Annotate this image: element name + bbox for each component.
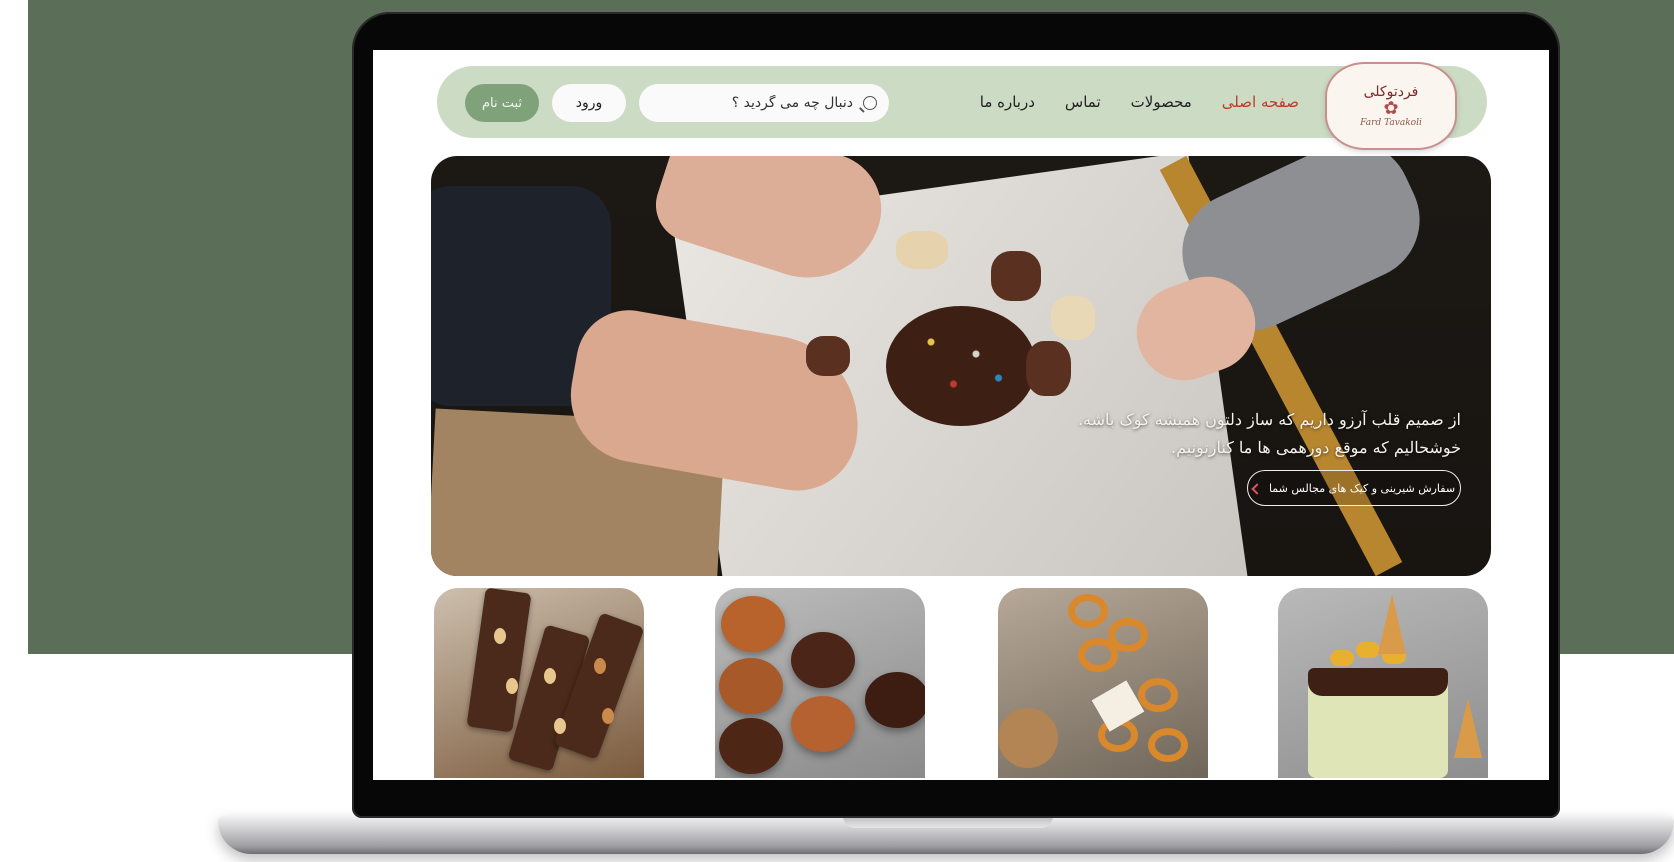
cashew <box>506 678 518 694</box>
hero-crumb <box>896 231 948 269</box>
cashew <box>554 718 566 734</box>
cashew <box>494 628 506 644</box>
laptop-base <box>218 816 1674 854</box>
logo-subtitle: Fard Tavakoli <box>1360 118 1422 128</box>
cheese-slice <box>1091 680 1145 732</box>
hero-line-2: خوشحالیم که موقع دورهمی ها ما کنارتونیم. <box>1171 438 1461 457</box>
hero-text: از صمیم قلب آرزو داریم که ساز دلتون همیش… <box>1001 406 1461 462</box>
waffle-cone <box>1378 594 1406 654</box>
hero-banner: از صمیم قلب آرزو داریم که ساز دلتون همیش… <box>431 156 1491 576</box>
hero-crumb <box>1051 296 1095 340</box>
search-icon <box>863 96 877 110</box>
pretzel <box>1148 728 1188 762</box>
almond <box>602 708 614 724</box>
login-button[interactable]: ورود <box>552 84 626 122</box>
choco-pie <box>791 632 855 688</box>
hero-order-button[interactable]: سفارش شیرینی و کیک های مجالس شما <box>1247 470 1461 506</box>
flower-icon: ✿ <box>1383 98 1399 119</box>
search-box[interactable] <box>639 84 889 122</box>
nav-link-home[interactable]: صفحه اصلی <box>1222 93 1299 111</box>
nav-links: صفحه اصلی محصولات تماس درباره ما <box>980 66 1299 138</box>
product-cards <box>373 588 1549 780</box>
hero-order-label: سفارش شیرینی و کیک های مجالس شما <box>1268 481 1456 495</box>
pretzel <box>1138 678 1178 712</box>
navbar: فردتوکلی ✿ Fard Tavakoli صفحه اصلی محصول… <box>437 62 1487 150</box>
cashew <box>544 668 556 684</box>
waffle-cone <box>1454 698 1482 758</box>
almond <box>594 658 606 674</box>
product-card-chocolate-bars[interactable] <box>434 588 644 778</box>
choco-pie <box>719 658 783 714</box>
pretzel <box>1068 594 1108 628</box>
choco-pie <box>865 672 925 728</box>
chevron-left-icon <box>1251 482 1263 495</box>
hero-line-1: از صمیم قلب آرزو داریم که ساز دلتون همیش… <box>1077 410 1461 429</box>
nut-bowl <box>998 708 1058 768</box>
nav-link-contact[interactable]: تماس <box>1065 93 1101 111</box>
search-input[interactable] <box>661 94 855 112</box>
pretzel <box>1078 638 1118 672</box>
nav-link-about[interactable]: درباره ما <box>980 93 1035 111</box>
brand-logo[interactable]: فردتوکلی ✿ Fard Tavakoli <box>1325 62 1457 150</box>
signup-button[interactable]: ثبت نام <box>465 84 539 122</box>
choco-pie <box>721 596 785 652</box>
hero-crumb <box>1026 341 1071 396</box>
choco-pie <box>791 696 855 752</box>
choco-pie <box>719 718 783 774</box>
product-card-pretzel-platter[interactable] <box>998 588 1208 778</box>
nav-link-products[interactable]: محصولات <box>1131 93 1192 111</box>
hero-crumb <box>991 251 1041 301</box>
macaron <box>1356 642 1380 658</box>
product-card-choco-pies[interactable] <box>715 588 925 778</box>
hero-crumb <box>806 336 850 376</box>
laptop-screen: فردتوکلی ✿ Fard Tavakoli صفحه اصلی محصول… <box>373 50 1549 780</box>
chocolate-drip <box>1308 668 1448 696</box>
macaron <box>1330 650 1354 666</box>
product-card-drip-cake[interactable] <box>1278 588 1488 778</box>
